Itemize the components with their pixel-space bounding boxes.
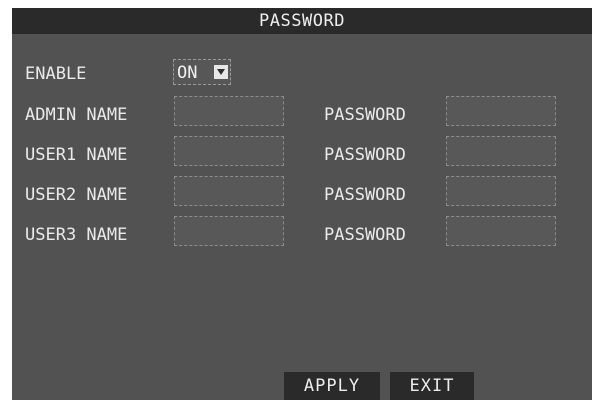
admin-password-label: PASSWORD bbox=[324, 105, 406, 125]
user3-password-label: PASSWORD bbox=[324, 225, 406, 245]
enable-label: ENABLE bbox=[25, 64, 87, 84]
admin-name-field[interactable] bbox=[174, 96, 284, 126]
chevron-down-icon[interactable] bbox=[214, 65, 228, 79]
user1-password-label: PASSWORD bbox=[324, 145, 406, 165]
user1-password-field[interactable] bbox=[446, 136, 556, 166]
user3-name-field[interactable] bbox=[174, 216, 284, 246]
user3-name-label: USER3 NAME bbox=[25, 225, 128, 245]
enable-select-value: ON bbox=[177, 63, 198, 83]
user2-password-field[interactable] bbox=[446, 176, 556, 206]
user2-name-label: USER2 NAME bbox=[25, 185, 128, 205]
user2-name-field[interactable] bbox=[174, 176, 284, 206]
exit-button[interactable]: EXIT bbox=[390, 372, 474, 400]
enable-select[interactable]: ON bbox=[173, 59, 231, 85]
password-dialog: PASSWORD ENABLE ON ADMIN NAME PASSWORD U… bbox=[12, 8, 592, 400]
user1-name-label: USER1 NAME bbox=[25, 145, 128, 165]
user3-password-field[interactable] bbox=[446, 216, 556, 246]
apply-button[interactable]: APPLY bbox=[284, 372, 380, 400]
dialog-title: PASSWORD bbox=[12, 8, 592, 34]
admin-name-label: ADMIN NAME bbox=[25, 105, 128, 125]
user1-name-field[interactable] bbox=[174, 136, 284, 166]
admin-password-field[interactable] bbox=[446, 96, 556, 126]
user2-password-label: PASSWORD bbox=[324, 185, 406, 205]
